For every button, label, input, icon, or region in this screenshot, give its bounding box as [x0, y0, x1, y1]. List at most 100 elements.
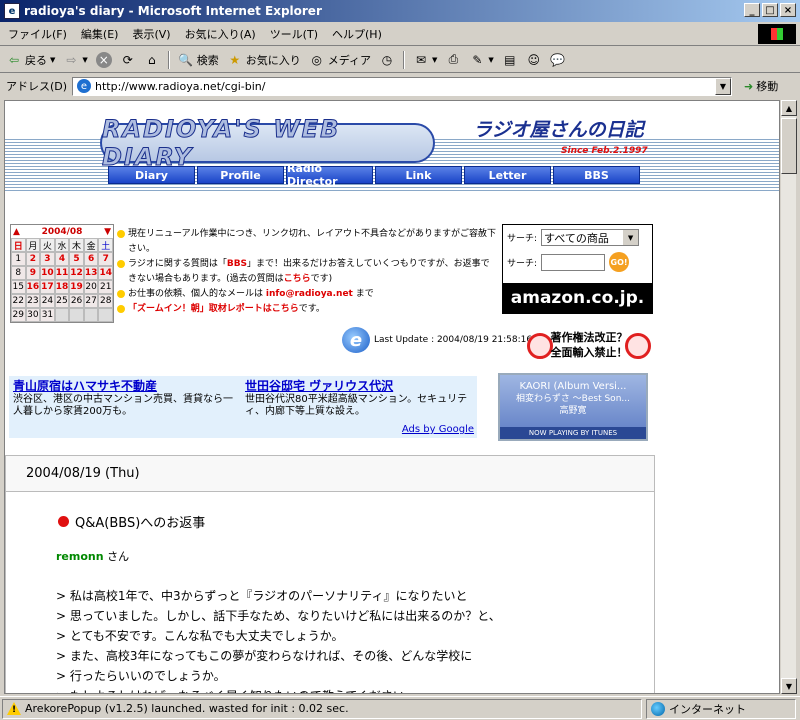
address-dropdown-icon[interactable]: ▼: [715, 77, 731, 95]
now-playing-widget[interactable]: KAORI (Album Versi... 相変わらずさ ～Best Son..…: [498, 373, 648, 441]
nav-diary[interactable]: Diary: [108, 166, 195, 184]
amazon-go-button[interactable]: GO!: [609, 252, 630, 272]
print-button[interactable]: ⎙: [445, 52, 461, 68]
calendar-day-link[interactable]: 7: [98, 252, 113, 266]
ad-title-link[interactable]: 青山原宿はハマサキ不動産: [13, 380, 241, 392]
copyright-banner[interactable]: 著作権法改正？ 全面輸入禁止！: [525, 330, 653, 362]
menu-view[interactable]: 表示(V): [132, 26, 170, 42]
media-icon: ◎: [311, 52, 323, 67]
ad-item: 世田谷邸宅 ヴァリウス代沢 世田谷代沢80平米超高級マンション。セキュリティ、内…: [245, 380, 473, 418]
calendar-day-link[interactable]: 6: [83, 252, 99, 266]
minimize-button[interactable]: _: [744, 3, 760, 17]
prev-month-icon[interactable]: ▲: [13, 227, 20, 237]
nav-radio-director[interactable]: Radio Director: [286, 162, 373, 188]
ad-title-link[interactable]: 世田谷邸宅 ヴァリウス代沢: [245, 380, 473, 392]
main-nav: Diary Profile Radio Director Link Letter…: [108, 162, 640, 188]
calendar-day-link[interactable]: 18: [54, 280, 70, 294]
mail-button[interactable]: ✉ ▼: [413, 52, 437, 68]
calendar-day: 25: [54, 294, 70, 308]
address-input[interactable]: e http://www.radioya.net/cgi-bin/ ▼: [72, 76, 732, 96]
window-title: radioya's diary - Microsoft Internet Exp…: [24, 4, 322, 18]
maximize-button[interactable]: □: [762, 3, 778, 17]
menu-file[interactable]: ファイル(F): [8, 26, 67, 42]
menu-edit[interactable]: 編集(E): [81, 26, 119, 42]
amazon-search-input[interactable]: [541, 253, 606, 271]
next-month-icon[interactable]: ▼: [104, 227, 111, 237]
calendar-day-link[interactable]: 14: [98, 266, 113, 280]
dropdown-arrow-icon: ▼: [623, 230, 639, 245]
calendar-day-link[interactable]: 13: [83, 266, 99, 280]
past-questions-link[interactable]: こちら: [284, 274, 311, 284]
ad-item: 青山原宿はハマサキ不動産 渋谷区、港区の中古マンション売買、賃貸なら一人暮しから…: [13, 380, 241, 418]
messenger-icon: ☺: [527, 52, 541, 67]
calendar-day-link[interactable]: 2: [25, 252, 41, 266]
menu-bar: ファイル(F) 編集(E) 表示(V) お気に入り(A) ツール(T) ヘルプ(…: [0, 22, 800, 46]
refresh-button[interactable]: ⟳: [120, 52, 136, 68]
history-button[interactable]: ◷: [379, 52, 395, 68]
address-bar: アドレス(D) e http://www.radioya.net/cgi-bin…: [0, 74, 800, 98]
bullet-icon: [117, 305, 125, 313]
diary-entry: 2004/08/19 (Thu) Q&A(BBS)へのお返事 remonn さん…: [5, 455, 655, 693]
research-button[interactable]: 💬: [550, 52, 566, 68]
globe-icon: [651, 701, 665, 716]
nav-letter[interactable]: Letter: [464, 166, 551, 184]
ie-logo-icon[interactable]: e: [342, 327, 370, 353]
calendar-day-link[interactable]: 10: [40, 266, 55, 280]
calendar-day: 27: [83, 294, 99, 308]
red-dot-icon: [58, 516, 69, 527]
warning-icon[interactable]: !: [7, 702, 21, 715]
email-link[interactable]: info@radioya.net: [266, 289, 353, 299]
entry-title: Q&A(BBS)へのお返事: [58, 512, 205, 531]
home-button[interactable]: ⌂: [144, 52, 160, 68]
amazon-category-label: サーチ:: [507, 234, 538, 244]
site-header: RADIOYA'S WEB DIARY ラジオ屋さんの日記 Since Feb.…: [5, 101, 779, 196]
bbs-link[interactable]: BBS: [227, 259, 247, 269]
status-message: ! ArekorePopup (v1.2.5) launched. wasted …: [2, 698, 642, 719]
messenger-button[interactable]: ☺: [526, 52, 542, 68]
calendar-empty: [83, 308, 99, 322]
edit-button[interactable]: ✎ ▼: [469, 52, 493, 68]
nav-profile[interactable]: Profile: [197, 166, 284, 184]
calendar-day-link[interactable]: 9: [25, 266, 41, 280]
go-button[interactable]: ➜ 移動: [744, 78, 778, 94]
menu-favorites[interactable]: お気に入り(A): [185, 26, 256, 42]
scroll-up-icon[interactable]: ▲: [781, 100, 797, 116]
vertical-scrollbar[interactable]: ▲ ▼: [780, 100, 797, 694]
entry-author: remonn さん: [56, 550, 130, 563]
notice-item: お仕事の依頼、個人的なメールは info@radioya.net まで: [117, 287, 497, 302]
zoomin-report-link[interactable]: 「ズームイン！朝」取材レポートはこちら: [128, 304, 299, 314]
calendar-day-link[interactable]: 5: [69, 252, 84, 266]
amazon-category-select[interactable]: すべての商品 ▼: [541, 229, 640, 246]
nav-link[interactable]: Link: [375, 166, 462, 184]
close-button[interactable]: ×: [780, 3, 796, 17]
calendar-day-link[interactable]: 17: [40, 280, 55, 294]
media-button[interactable]: ◎ メディア: [309, 52, 371, 68]
calendar-day: 29: [11, 308, 26, 322]
calendar-empty: [54, 308, 70, 322]
ads-by-google-link[interactable]: Ads by Google: [402, 424, 474, 435]
calendar-day-link[interactable]: 16: [25, 280, 41, 294]
calendar-day: 21: [98, 280, 113, 294]
edit-icon: ✎: [472, 52, 483, 67]
scroll-down-icon[interactable]: ▼: [781, 678, 797, 694]
forward-button[interactable]: ⇨ ▼: [63, 52, 87, 68]
calendar-day-link[interactable]: 4: [54, 252, 70, 266]
menu-help[interactable]: ヘルプ(H): [332, 26, 382, 42]
amazon-logo[interactable]: amazon.co.jp.: [503, 283, 652, 313]
calendar-day-link[interactable]: 11: [54, 266, 70, 280]
back-button[interactable]: ⇦ 戻る ▼: [6, 52, 55, 68]
stop-button[interactable]: ×: [95, 51, 112, 68]
calendar-day-link[interactable]: 19: [69, 280, 84, 294]
search-button[interactable]: 🔍 検索: [178, 52, 218, 68]
scroll-thumb[interactable]: [781, 118, 797, 174]
site-logo[interactable]: RADIOYA'S WEB DIARY: [100, 115, 435, 172]
nav-bbs[interactable]: BBS: [553, 166, 640, 184]
calendar-day-link[interactable]: 3: [40, 252, 55, 266]
refresh-icon: ⟳: [122, 52, 133, 67]
calendar-empty: [69, 308, 84, 322]
discuss-button[interactable]: ▤: [502, 52, 518, 68]
calendar-day-link[interactable]: 12: [69, 266, 84, 280]
calendar-day: 30: [25, 308, 41, 322]
menu-tools[interactable]: ツール(T): [270, 26, 318, 42]
favorites-button[interactable]: ★ お気に入り: [227, 52, 300, 68]
